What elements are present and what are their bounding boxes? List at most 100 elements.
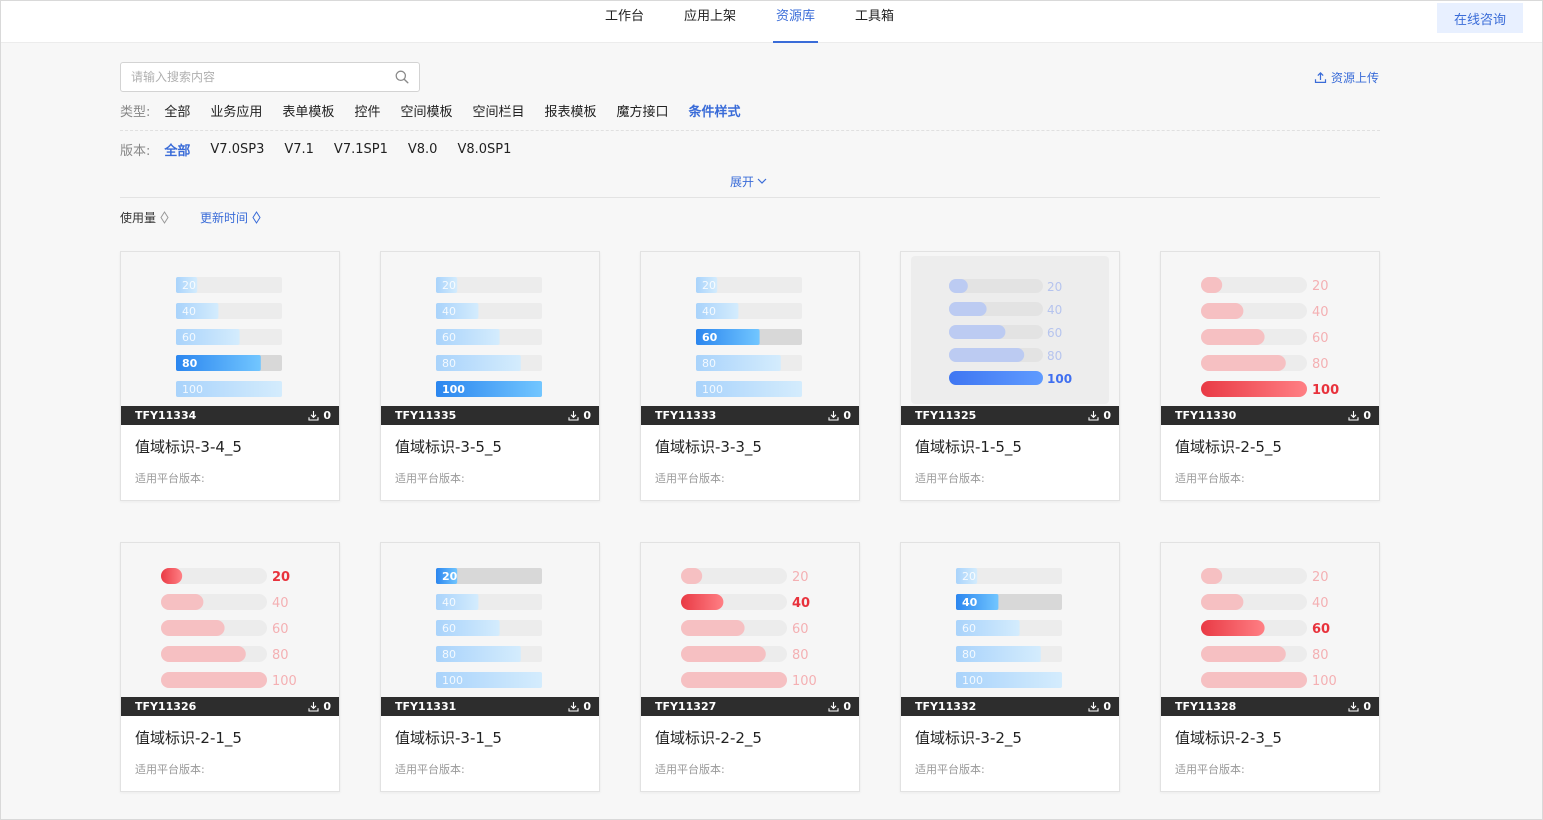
type-option-space-column[interactable]: 空间栏目 bbox=[472, 101, 524, 120]
resource-upload-link[interactable]: 资源上传 bbox=[1314, 69, 1379, 86]
download-count: 0 bbox=[828, 406, 851, 425]
resource-card[interactable]: 20 40 60 80 100 TFY11326 0 值域标识-2-1_5 适用平台版本: bbox=[120, 542, 340, 792]
resource-card[interactable]: 20 40 60 80 100 TFY11334 0 值域标识-3-4_5 适用平台版本: bbox=[120, 251, 340, 501]
resource-card[interactable]: 20 40 60 80 100 TFY11333 0 值域标识-3-3_5 适用平台版本: bbox=[640, 251, 860, 501]
version-option-v71[interactable]: V7.1 bbox=[284, 142, 314, 157]
resource-card[interactable]: 20 40 60 80 100 TFY11328 0 值域标识-2-3_5 适用平台版本: bbox=[1160, 542, 1380, 792]
sort-update-time[interactable]: 更新时间 bbox=[200, 209, 261, 226]
type-option-all[interactable]: 全部 bbox=[164, 101, 190, 120]
bar-value-label: 60 bbox=[792, 622, 809, 637]
type-option-report-template[interactable]: 报表模板 bbox=[544, 101, 596, 120]
version-option-all[interactable]: 全部 bbox=[164, 140, 190, 159]
upload-label: 资源上传 bbox=[1331, 71, 1380, 85]
bar-value-label: 40 bbox=[272, 596, 289, 611]
download-icon bbox=[828, 702, 839, 712]
type-option-control[interactable]: 控件 bbox=[354, 101, 380, 120]
resource-card[interactable]: 20 40 60 80 100 TFY11327 0 值域标识-2-2_5 适用平台版本: bbox=[640, 542, 860, 792]
bar-value-label: 80 bbox=[1047, 349, 1062, 363]
sort-time-label: 更新时间 bbox=[200, 211, 249, 225]
type-option-business-app[interactable]: 业务应用 bbox=[210, 101, 262, 120]
type-option-cube-api[interactable]: 魔方接口 bbox=[617, 101, 669, 120]
bar-value-label: 80 bbox=[702, 357, 716, 370]
bar-fill bbox=[1201, 277, 1223, 293]
tab-resource-library[interactable]: 资源库 bbox=[756, 1, 835, 43]
type-option-condition-style[interactable]: 条件样式 bbox=[689, 101, 741, 120]
top-nav: 工作台 应用上架 资源库 工具箱 在线咨询 bbox=[1, 1, 1542, 43]
bar-fill bbox=[949, 348, 1025, 362]
range-bar-preview: 20 40 60 80 100 bbox=[436, 568, 542, 688]
search-icon[interactable] bbox=[394, 69, 410, 85]
version-option-v80[interactable]: V8.0 bbox=[408, 142, 438, 157]
download-icon bbox=[308, 411, 319, 421]
type-option-space-template[interactable]: 空间模板 bbox=[400, 101, 452, 120]
bar-value-label: 40 bbox=[702, 305, 716, 318]
resource-code: TFY11334 bbox=[135, 409, 197, 422]
card-id-bar: TFY11334 0 bbox=[121, 406, 339, 425]
card-id-bar: TFY11327 0 bbox=[641, 697, 859, 716]
card-platform-version: 适用平台版本: bbox=[915, 763, 985, 776]
download-count: 0 bbox=[308, 697, 331, 716]
download-count: 0 bbox=[1348, 697, 1371, 716]
resource-card[interactable]: 20 40 60 80 100 TFY11330 0 值域标识-2-5_5 适用平台版本: bbox=[1160, 251, 1380, 501]
download-count-value: 0 bbox=[323, 700, 331, 713]
resource-code: TFY11335 bbox=[395, 409, 457, 422]
range-bar-preview: 20 40 60 80 100 bbox=[696, 277, 802, 397]
download-icon bbox=[1348, 411, 1359, 421]
bar-fill bbox=[681, 568, 703, 584]
bar-value-label: 20 bbox=[792, 570, 809, 585]
download-icon bbox=[1088, 411, 1099, 421]
bar-value-label: 60 bbox=[182, 331, 196, 344]
bar-value-label: 60 bbox=[442, 331, 456, 344]
bar-fill bbox=[161, 620, 225, 636]
card-platform-version: 适用平台版本: bbox=[135, 763, 205, 776]
card-title: 值域标识-2-1_5 bbox=[135, 729, 242, 747]
bar-value-label: 60 bbox=[1047, 326, 1062, 340]
expand-toggle[interactable]: 展开 bbox=[730, 173, 767, 190]
type-option-form-template[interactable]: 表单模板 bbox=[282, 101, 334, 120]
card-platform-version: 适用平台版本: bbox=[135, 472, 205, 485]
resource-code: TFY11332 bbox=[915, 700, 977, 713]
download-count-value: 0 bbox=[583, 409, 591, 422]
resource-card[interactable]: 20 40 60 80 100 TFY11331 0 值域标识-3-1_5 适用平台版本: bbox=[380, 542, 600, 792]
version-filter-row: 版本: 全部 V7.0SP3 V7.1 V7.1SP1 V8.0 V8.0SP1 bbox=[120, 140, 531, 159]
download-count: 0 bbox=[1088, 697, 1111, 716]
download-icon bbox=[568, 411, 579, 421]
bar-fill bbox=[1201, 381, 1307, 397]
sort-diamond-icon bbox=[252, 211, 261, 224]
bar-value-label: 60 bbox=[442, 622, 456, 635]
tab-toolbox[interactable]: 工具箱 bbox=[835, 1, 914, 43]
resource-card[interactable]: 20 40 60 80 100 TFY11325 0 值域标识-1-5_5 适用平台版本: bbox=[900, 251, 1120, 501]
card-title: 值域标识-3-4_5 bbox=[135, 438, 242, 456]
online-consult-button[interactable]: 在线咨询 bbox=[1437, 3, 1523, 33]
resource-card[interactable]: 20 40 60 80 100 TFY11332 0 值域标识-3-2_5 适用平台版本: bbox=[900, 542, 1120, 792]
bar-fill bbox=[1201, 594, 1244, 610]
range-bar-preview: 20 40 60 80 100 bbox=[436, 277, 542, 397]
card-platform-version: 适用平台版本: bbox=[1175, 472, 1245, 485]
tab-app-listing[interactable]: 应用上架 bbox=[664, 1, 756, 43]
card-preview: 20 40 60 80 100 bbox=[121, 252, 339, 406]
resource-code: TFY11326 bbox=[135, 700, 197, 713]
search-input[interactable] bbox=[121, 63, 385, 91]
sort-usage-label: 使用量 bbox=[120, 211, 157, 225]
version-option-v80sp1[interactable]: V8.0SP1 bbox=[457, 142, 511, 157]
resource-code: TFY11333 bbox=[655, 409, 717, 422]
sort-usage[interactable]: 使用量 bbox=[120, 209, 169, 226]
chevron-down-icon bbox=[757, 178, 767, 184]
card-id-bar: TFY11331 0 bbox=[381, 697, 599, 716]
bar-fill bbox=[1201, 620, 1265, 636]
card-preview: 20 40 60 80 100 bbox=[381, 252, 599, 406]
resource-card[interactable]: 20 40 60 80 100 TFY11335 0 值域标识-3-5_5 适用平台版本: bbox=[380, 251, 600, 501]
card-id-bar: TFY11325 0 bbox=[901, 406, 1119, 425]
version-option-v71sp1[interactable]: V7.1SP1 bbox=[334, 142, 388, 157]
card-id-bar: TFY11328 0 bbox=[1161, 697, 1379, 716]
bar-value-label: 20 bbox=[1312, 570, 1329, 585]
download-count: 0 bbox=[568, 406, 591, 425]
download-count-value: 0 bbox=[1103, 409, 1111, 422]
bar-value-label: 60 bbox=[272, 622, 289, 637]
version-option-v70sp3[interactable]: V7.0SP3 bbox=[210, 142, 264, 157]
card-id-bar: TFY11326 0 bbox=[121, 697, 339, 716]
tab-workbench[interactable]: 工作台 bbox=[585, 1, 664, 43]
bar-fill bbox=[1201, 329, 1265, 345]
bar-fill bbox=[949, 325, 1006, 339]
section-divider bbox=[120, 197, 1380, 198]
